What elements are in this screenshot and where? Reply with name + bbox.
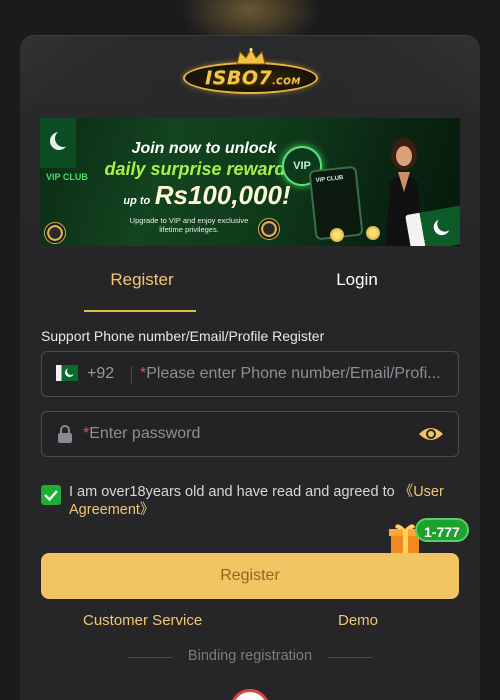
casino-chip-icon bbox=[258, 218, 280, 240]
promo-banner[interactable]: VIP CLUB Join now to unlock daily surpri… bbox=[40, 118, 460, 246]
pakistan-flag-icon bbox=[40, 118, 76, 168]
auth-tabs: Register Login bbox=[20, 270, 480, 316]
banner-line4: Upgrade to VIP and enjoy exclusive lifet… bbox=[129, 216, 249, 234]
banner-vip-club: VIP CLUB bbox=[46, 172, 88, 182]
banner-line1: Join now to unlock bbox=[131, 140, 277, 157]
header-decor-right bbox=[323, 36, 480, 106]
field-divider bbox=[131, 366, 132, 384]
phone-email-field[interactable]: +92 *Please enter Phone number/Email/Pro… bbox=[41, 351, 459, 397]
banner-line3: up to Rs100,000! bbox=[123, 180, 291, 210]
promo-badge[interactable]: 1-777 bbox=[415, 518, 469, 542]
country-code[interactable]: +92 bbox=[87, 365, 114, 383]
register-modal: ISBO7.COM VIP CLUB Join now to unlock da… bbox=[20, 35, 480, 700]
binding-registration-divider: Binding registration bbox=[20, 648, 480, 668]
phone-email-input[interactable]: *Please enter Phone number/Email/Profi..… bbox=[140, 365, 452, 383]
coin-icon bbox=[330, 228, 344, 242]
header-decor-left bbox=[20, 36, 177, 106]
support-register-label: Support Phone number/Email/Profile Regis… bbox=[41, 328, 325, 344]
casino-chip-icon bbox=[44, 222, 66, 244]
site-logo: ISBO7.COM bbox=[183, 48, 318, 96]
pakistan-flag-icon[interactable] bbox=[56, 365, 78, 381]
tab-login[interactable]: Login bbox=[257, 270, 457, 290]
lock-icon bbox=[58, 425, 72, 443]
modal-header: ISBO7.COM bbox=[20, 36, 480, 106]
password-field[interactable]: *Enter password bbox=[41, 411, 459, 457]
crown-icon bbox=[236, 48, 266, 65]
agree-checkbox[interactable] bbox=[41, 485, 61, 505]
eye-icon[interactable] bbox=[418, 424, 444, 444]
binding-registration-label: Binding registration bbox=[187, 648, 313, 664]
demo-link[interactable]: Demo bbox=[338, 612, 378, 629]
logo-text: ISBO7.COM bbox=[205, 67, 301, 89]
customer-service-link[interactable]: Customer Service bbox=[83, 612, 202, 629]
tab-register[interactable]: Register bbox=[42, 270, 242, 290]
password-input[interactable]: *Enter password bbox=[83, 425, 200, 443]
banner-line2: daily surprise rewards bbox=[104, 159, 296, 179]
active-tab-indicator bbox=[84, 310, 196, 312]
register-button[interactable]: Register bbox=[41, 553, 459, 599]
check-icon bbox=[44, 490, 58, 502]
agree-text: I am over18years old and have read and a… bbox=[69, 484, 444, 518]
social-login-icon[interactable] bbox=[230, 689, 270, 700]
